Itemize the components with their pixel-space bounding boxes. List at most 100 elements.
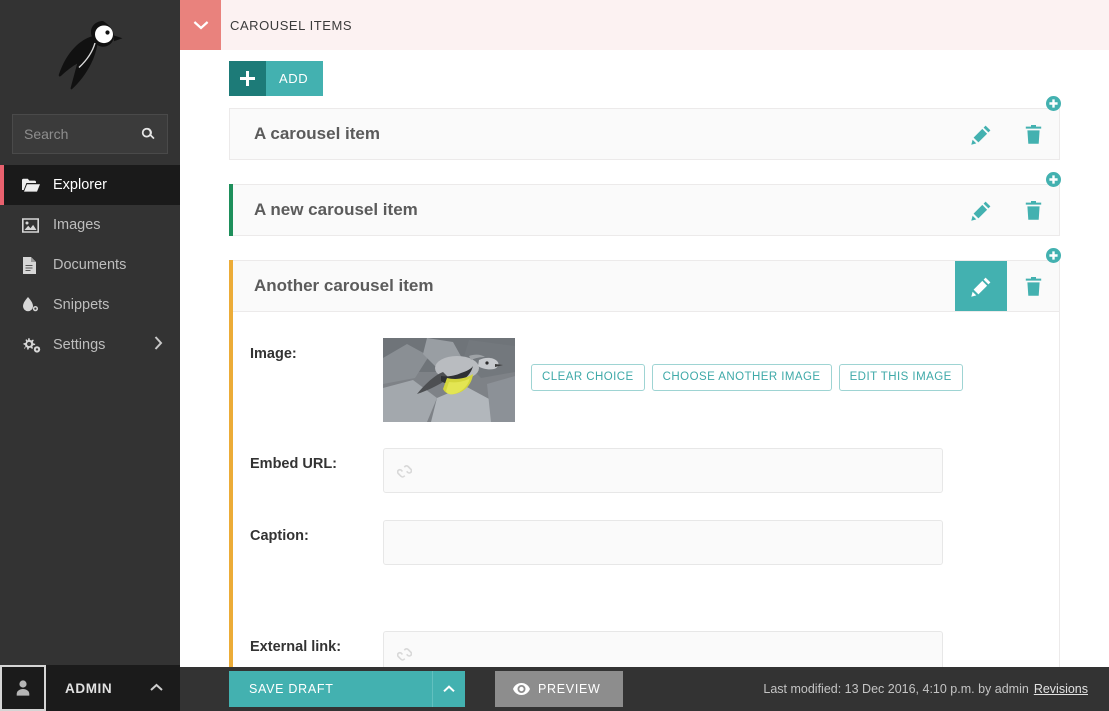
sidebar-item-settings[interactable]: Settings [0,325,180,365]
search-icon [141,127,155,140]
preview-button[interactable]: PREVIEW [495,671,623,707]
wagtail-admin-app: Explorer Images Documents Snippets [0,0,1109,711]
circle-plus-icon [1046,172,1061,187]
edit-icon [970,125,990,145]
folder-open-icon [22,176,44,194]
carousel-item-block: Another carousel item Image: CLEAR CHOIC… [229,248,1061,697]
sidebar-nav: Explorer Images Documents Snippets Setti… [0,165,180,365]
circle-plus-icon [1046,248,1061,263]
save-draft-button[interactable]: SAVE DRAFT [229,671,432,707]
sidebar-item-documents[interactable]: Documents [0,245,180,285]
table-row[interactable]: A new carousel item [229,184,1060,236]
edit-carousel-item-button[interactable] [955,185,1007,235]
chevron-up-icon [443,685,455,693]
panel-body: ADD A carousel item A new carousel item … [180,50,1109,697]
image-thumbnail[interactable] [383,338,515,422]
carousel-items-list: A carousel item A new carousel item Anot… [229,96,1061,697]
insert-item-above-button[interactable] [1046,172,1061,187]
field-label: Caption: [250,528,309,544]
chevron-down-icon [193,21,208,30]
edit-this-image-button[interactable]: EDIT THIS IMAGE [838,364,963,391]
search-submit-button[interactable] [135,115,161,153]
logo[interactable] [0,0,180,110]
new-item-accent-bar [229,184,233,236]
document-icon [22,256,44,274]
edited-item-accent-bar [229,312,233,697]
carousel-item-block: A new carousel item [229,172,1061,236]
sidebar-item-label: Explorer [53,177,107,193]
chevron-right-icon [154,336,163,354]
field-embed-url: Embed URL: [230,448,1059,493]
grey-wagtail-photo [383,338,515,422]
chevron-up-icon[interactable] [150,679,163,697]
gears-icon [22,336,44,354]
embed-url-input-wrap[interactable] [383,448,943,493]
caption-input[interactable] [384,521,942,564]
sidebar-item-label: Settings [53,337,106,353]
field-caption: Caption: [230,520,1059,565]
action-footer-bar: SAVE DRAFT PREVIEW Last modified: 13 Dec… [180,667,1109,711]
table-row[interactable]: A carousel item [229,108,1060,160]
carousel-item-actions [955,109,1059,159]
image-chooser: CLEAR CHOICE CHOOSE ANOTHER IMAGE EDIT T… [383,338,1041,422]
trash-icon [1025,200,1041,220]
panel-collapse-toggle[interactable] [180,0,221,50]
edited-item-accent-bar [229,260,233,312]
save-options-toggle[interactable] [432,671,465,707]
delete-carousel-item-button[interactable] [1007,109,1059,159]
delete-carousel-item-button[interactable] [1007,185,1059,235]
table-row[interactable]: Another carousel item [229,260,1060,312]
sidebar-item-explorer[interactable]: Explorer [0,165,180,205]
account-username: ADMIN [65,680,113,696]
sidebar-item-images[interactable]: Images [0,205,180,245]
save-button-group: SAVE DRAFT [229,671,465,707]
edit-carousel-item-button[interactable] [955,261,1007,311]
carousel-items-panel-header: CAROUSEL ITEMS [180,0,1109,50]
main-content: CAROUSEL ITEMS ADD A carousel item A new… [180,0,1109,711]
clear-choice-button[interactable]: CLEAR CHOICE [531,364,645,391]
plus-icon [229,61,266,96]
user-icon [16,680,30,696]
search-box[interactable] [12,114,235,154]
insert-item-above-button[interactable] [1046,96,1061,111]
delete-carousel-item-button[interactable] [1007,261,1059,311]
choose-another-image-button[interactable]: CHOOSE ANOTHER IMAGE [651,364,832,391]
carousel-item-block: A carousel item [229,96,1061,160]
edit-icon [970,201,990,221]
trash-icon [1025,124,1041,144]
avatar [0,665,46,711]
eye-icon [513,683,530,695]
snippets-icon [22,296,44,314]
sidebar-item-snippets[interactable]: Snippets [0,285,180,325]
sidebar-item-label: Images [53,217,101,233]
carousel-item-actions [955,185,1059,235]
caption-input-wrap[interactable] [383,520,943,565]
edit-carousel-item-button[interactable] [955,109,1007,159]
link-icon [396,463,413,478]
carousel-item-title: Another carousel item [254,276,434,295]
image-icon [22,216,44,234]
field-label: Image: [250,346,297,362]
sidebar-item-label: Snippets [53,297,110,313]
carousel-item-title: A carousel item [254,124,380,143]
carousel-item-form: Image: CLEAR CHOICE CHOOSE ANOTHER IMAGE… [229,312,1060,697]
link-icon [396,646,413,661]
edit-icon [970,277,990,297]
image-chooser-actions: CLEAR CHOICE CHOOSE ANOTHER IMAGE EDIT T… [531,338,963,391]
field-label: Embed URL: [250,456,337,472]
wagtail-bird-logo-icon [58,21,123,90]
insert-item-above-button[interactable] [1046,248,1061,263]
sidebar: Explorer Images Documents Snippets [0,0,235,711]
field-image: Image: CLEAR CHOICE CHOOSE ANOTHER IMAGE… [230,338,1059,422]
last-modified-meta: Last modified: 13 Dec 2016, 4:10 p.m. by… [763,682,1088,696]
account-footer[interactable]: ADMIN [0,665,180,711]
add-button-label: ADD [266,61,324,96]
add-carousel-item-button[interactable]: ADD [229,61,324,96]
last-modified-text: Last modified: 13 Dec 2016, 4:10 p.m. by… [763,682,1029,696]
embed-url-input[interactable] [384,449,942,492]
sidebar-item-label: Documents [53,257,127,273]
preview-button-label: PREVIEW [538,682,601,696]
carousel-item-title: A new carousel item [254,200,418,219]
carousel-item-actions [955,261,1059,311]
revisions-link[interactable]: Revisions [1034,682,1088,696]
